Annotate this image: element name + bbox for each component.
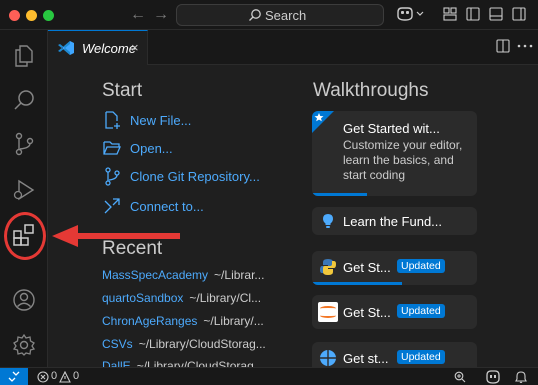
toggle-primary-sidebar-icon[interactable]	[466, 7, 480, 21]
search-label: Search	[265, 8, 307, 23]
folder-open-icon	[103, 141, 121, 155]
close-tab-icon[interactable]: ×	[131, 40, 139, 55]
jupyter-icon	[318, 302, 338, 322]
recent-item-path: ~/Library/CloudStorag...	[138, 337, 266, 351]
updated-badge: Updated	[397, 259, 445, 273]
recent-item[interactable]: CSVs ~/Library/CloudStorag...	[102, 337, 266, 351]
tab-label: Welcome	[82, 41, 136, 56]
remote-connect-icon	[104, 198, 120, 214]
walkthrough-title: Get Started wit...	[343, 121, 440, 136]
run-debug-icon[interactable]	[12, 178, 36, 202]
new-file-icon	[105, 111, 120, 129]
editor-tab-bar: Welcome ×	[48, 30, 538, 65]
recent-item-path: ~/Library/CloudStorag...	[136, 359, 264, 367]
start-heading: Start	[102, 80, 143, 101]
accounts-icon[interactable]	[12, 288, 36, 312]
back-arrow-icon[interactable]: ←	[130, 6, 146, 24]
remote-indicator[interactable]	[0, 368, 28, 385]
walkthrough-progress-bar	[312, 193, 367, 196]
recent-item[interactable]: ChronAgeRanges ~/Library/...	[102, 314, 264, 328]
recent-item-name: quartoSandbox	[102, 291, 184, 305]
toggle-panel-icon[interactable]	[489, 7, 503, 21]
recent-item[interactable]: MassSpecAcademy ~/Librar...	[102, 268, 264, 282]
recent-item-name: ChronAgeRanges	[102, 314, 198, 328]
status-bar: 0 0	[0, 367, 538, 385]
copilot-status-icon[interactable]	[485, 370, 501, 384]
recent-item[interactable]: DallE ~/Library/CloudStorag...	[102, 359, 264, 367]
recent-item-path: ~/Librar...	[214, 268, 265, 282]
walkthrough-title: Get St...	[343, 260, 391, 275]
vscode-logo-icon	[58, 41, 74, 55]
maximize-window-button[interactable]	[43, 10, 54, 21]
walkthrough-card-fundamentals[interactable]: Learn the Fund...	[312, 207, 477, 235]
annotation-arrow	[52, 225, 180, 247]
tab-welcome[interactable]: Welcome ×	[48, 30, 148, 65]
walkthrough-progress-bar	[312, 282, 402, 285]
recent-item-path: ~/Library/...	[203, 314, 264, 328]
lightbulb-icon	[323, 214, 333, 228]
remote-icon	[8, 371, 20, 382]
recent-item-path: ~/Library/Cl...	[189, 291, 262, 305]
recent-item[interactable]: quartoSandbox ~/Library/Cl...	[102, 291, 261, 305]
recent-item-name: CSVs	[102, 337, 133, 351]
connect-to-label: Connect to...	[130, 199, 204, 214]
warning-icon	[59, 371, 71, 383]
zoom-icon[interactable]	[454, 371, 466, 383]
walkthrough-card-python[interactable]: Get St... Updated	[312, 251, 477, 285]
clone-git-label: Clone Git Repository...	[130, 169, 260, 184]
split-editor-icon[interactable]	[496, 39, 510, 53]
walkthrough-card-get-started[interactable]: Get Started wit... Customize your editor…	[312, 111, 477, 196]
recent-item-name: MassSpecAcademy	[102, 268, 209, 282]
copilot-icon[interactable]	[395, 6, 425, 22]
updated-badge: Updated	[397, 304, 445, 318]
warning-count: 0	[73, 370, 80, 382]
walkthrough-description: Customize your editor, learn the basics,…	[343, 138, 463, 182]
search-icon	[249, 9, 261, 21]
error-icon	[37, 371, 49, 383]
source-control-icon[interactable]	[12, 132, 36, 156]
annotation-circle	[4, 212, 46, 260]
star-icon	[312, 111, 334, 133]
walkthrough-card-jupyter[interactable]: Get St... Updated	[312, 295, 477, 329]
walkthrough-card-web[interactable]: Get st... Updated	[312, 342, 477, 367]
minimize-window-button[interactable]	[26, 10, 37, 21]
python-icon	[320, 259, 336, 275]
error-count: 0	[51, 370, 58, 382]
open-label: Open...	[130, 141, 173, 156]
walkthrough-title: Get st...	[343, 351, 389, 366]
updated-badge: Updated	[397, 350, 445, 364]
toggle-secondary-sidebar-icon[interactable]	[512, 7, 526, 21]
command-center-search[interactable]: Search	[176, 4, 384, 26]
recent-item-name: DallE	[102, 359, 131, 367]
close-window-button[interactable]	[9, 10, 20, 21]
walkthrough-title: Get St...	[343, 305, 391, 320]
manage-gear-icon[interactable]	[12, 333, 36, 357]
customize-layout-icon[interactable]	[443, 7, 457, 21]
walkthroughs-heading: Walkthroughs	[313, 80, 429, 101]
notifications-bell-icon[interactable]	[515, 371, 527, 383]
title-bar: ← → Search	[0, 0, 538, 30]
explorer-icon[interactable]	[12, 44, 36, 68]
globe-icon	[320, 350, 336, 366]
new-file-label: New File...	[130, 113, 192, 128]
more-actions-icon[interactable]	[517, 43, 533, 49]
git-clone-icon	[105, 167, 120, 186]
welcome-page: Start New File... Open... Clone Git Repo…	[48, 65, 538, 367]
search-icon[interactable]	[12, 88, 36, 112]
walkthrough-title: Learn the Fund...	[343, 214, 443, 229]
forward-arrow-icon[interactable]: →	[153, 6, 169, 24]
activity-bar	[0, 30, 48, 367]
